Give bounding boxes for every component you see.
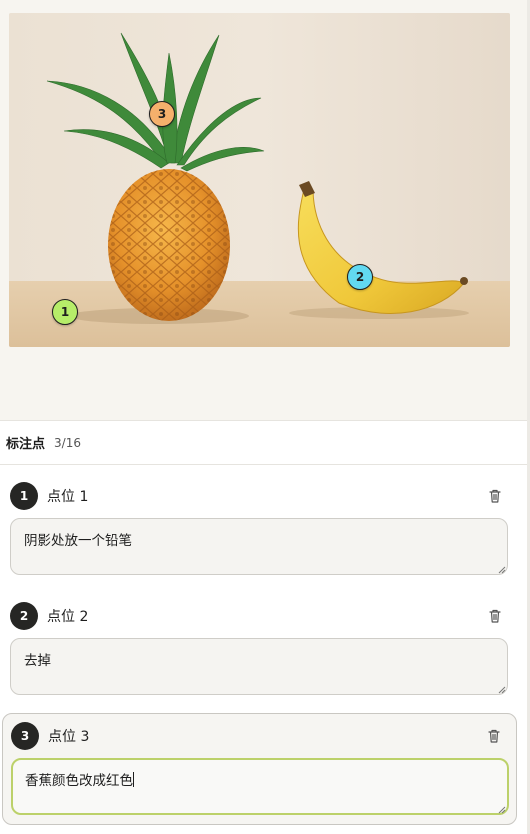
point-card-1[interactable]: 1 点位 1 阴影处放一个铅笔 [2, 474, 517, 586]
point-header: 1 点位 1 [10, 482, 88, 510]
point-count: 3/16 [54, 435, 81, 450]
point-number-badge: 3 [11, 722, 39, 750]
marker-1[interactable]: 1 [52, 299, 78, 325]
point-label: 点位 3 [48, 729, 90, 745]
marker-2[interactable]: 2 [347, 264, 373, 290]
photo [9, 13, 510, 347]
trash-icon[interactable] [487, 608, 503, 624]
trash-icon[interactable] [487, 488, 503, 504]
panel-header: 标注点 3/16 [0, 421, 527, 465]
point-label: 点位 2 [47, 609, 89, 625]
trash-icon[interactable] [486, 728, 502, 744]
note-text: 香蕉颜色改成红色 [25, 773, 133, 789]
annotation-panel: 标注点 3/16 1 点位 1 阴影处放一个铅笔 2 点位 2 去掉 3 点位 … [0, 420, 527, 834]
point-label: 点位 1 [47, 489, 89, 505]
point-number-badge: 1 [10, 482, 38, 510]
resize-grip-icon[interactable] [498, 686, 506, 694]
point-card-3[interactable]: 3 点位 3 香蕉颜色改成红色 [2, 713, 517, 825]
point-number-badge: 2 [10, 602, 38, 630]
point-note-input[interactable]: 阴影处放一个铅笔 [10, 518, 508, 575]
marker-3[interactable]: 3 [149, 101, 175, 127]
resize-grip-icon[interactable] [498, 806, 506, 814]
resize-grip-icon[interactable] [498, 566, 506, 574]
image-canvas[interactable]: 1 2 3 [9, 13, 510, 347]
annotation-app: 1 2 3 标注点 3/16 1 点位 1 阴影处放一个铅笔 2 点位 2 去掉… [0, 0, 530, 834]
panel-title: 标注点 [6, 437, 46, 452]
point-note-input[interactable]: 去掉 [10, 638, 508, 695]
point-card-2[interactable]: 2 点位 2 去掉 [2, 594, 517, 706]
point-header: 2 点位 2 [10, 602, 88, 630]
point-header: 3 点位 3 [11, 722, 89, 750]
point-note-input[interactable]: 香蕉颜色改成红色 [11, 758, 509, 815]
text-cursor [133, 772, 134, 787]
